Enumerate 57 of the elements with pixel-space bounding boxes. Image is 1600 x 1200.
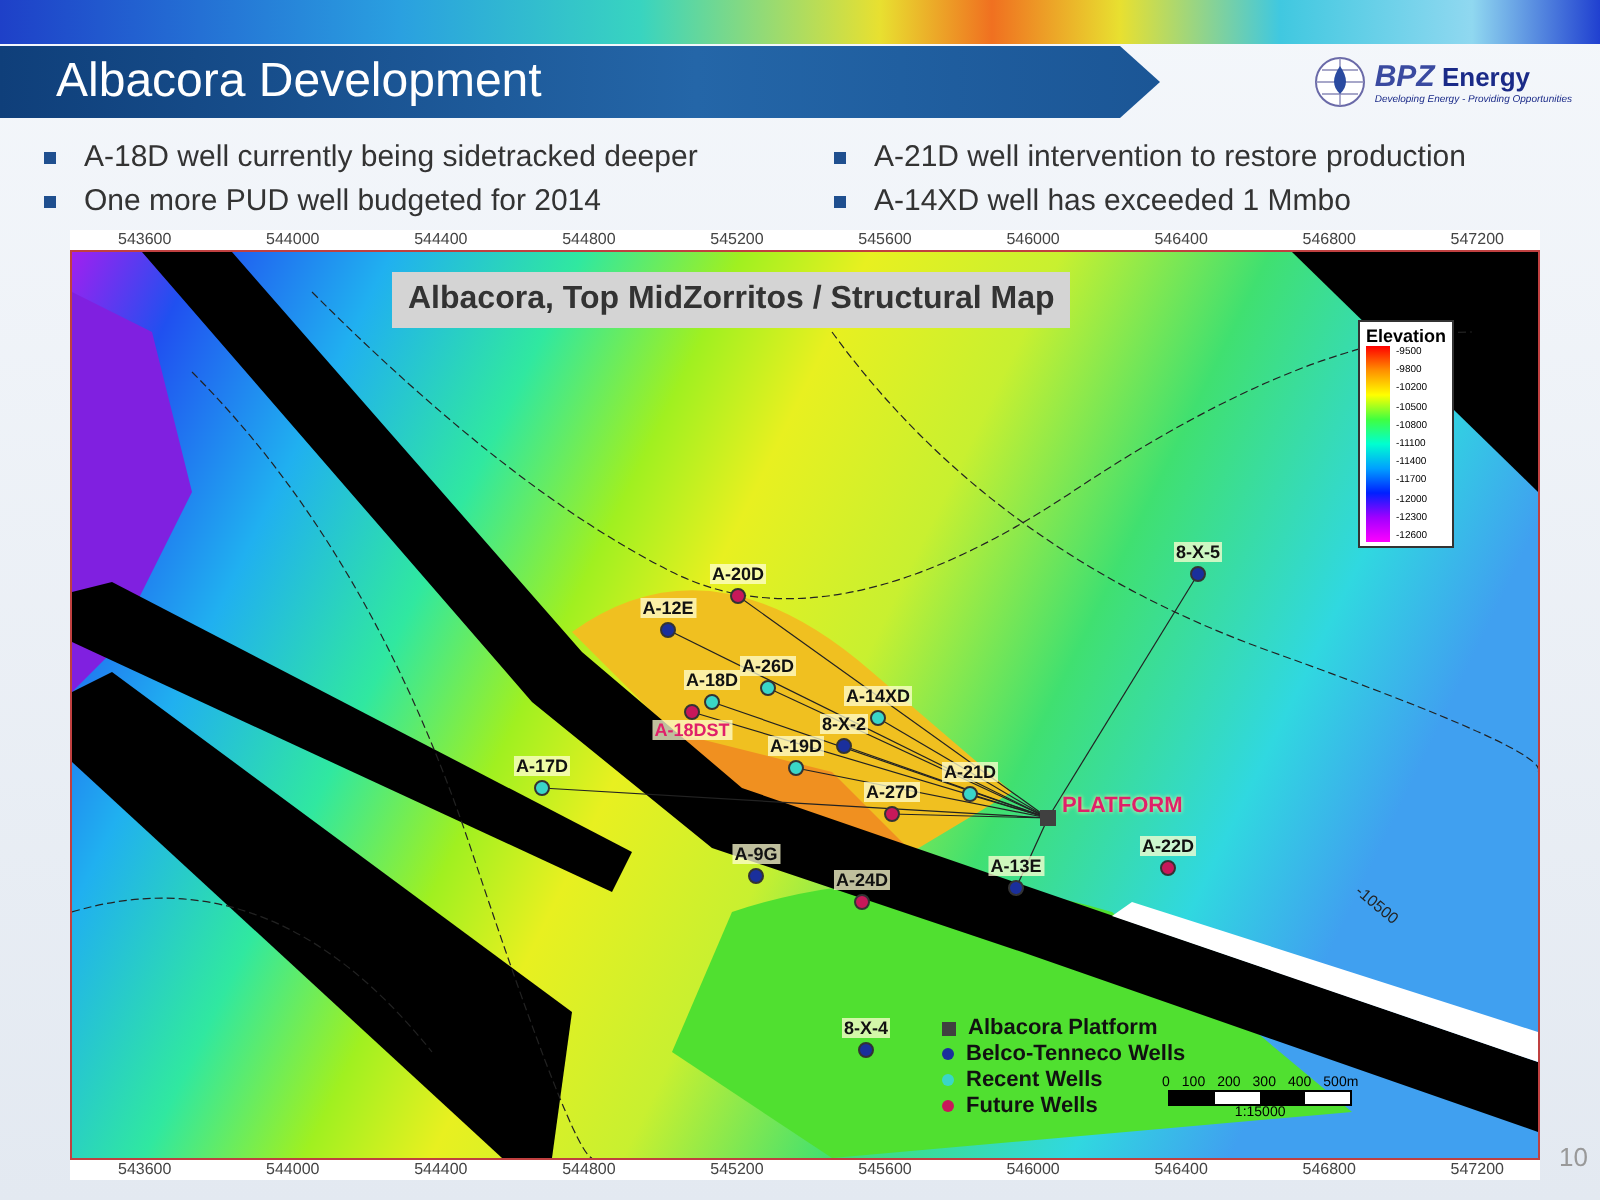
axis-tick-label: 545600 [858,1160,912,1180]
well-label: A-19D [768,736,824,756]
axis-tick-label: 544400 [414,230,468,250]
platform-marker [1040,810,1056,826]
page-number: 10 [1559,1142,1588,1172]
bullet-text: A-14XD well has exceeded 1 Mmbo [874,184,1351,218]
well-label: A-9G [732,844,780,864]
well-label: A-26D [740,656,796,676]
bullet-text: A-21D well intervention to restore production [874,140,1466,174]
legend-label: Recent Wells [966,1068,1103,1092]
bullet-icon [44,151,56,163]
axis-tick-label: 544000 [266,1160,320,1180]
axis-tick-label: 546400 [1154,1160,1208,1180]
axis-tick-label: 545600 [858,230,912,250]
bullet-text: One more PUD well budgeted for 2014 [84,184,601,218]
well-label: A-21D [942,762,998,782]
axis-tick-label: 544000 [266,230,320,250]
well-label: 8-X-4 [842,1018,890,1038]
well-label: A-24D [834,870,890,890]
globe-flame-logo-icon [1314,56,1367,108]
axis-tick-label: 546000 [1006,1160,1060,1180]
well-label: A-18DST [652,720,732,740]
axis-tick-label: 544400 [414,1160,468,1180]
well-label: A-22D [1140,836,1196,856]
logo-name: BPZ Energy [1374,59,1531,93]
bullet-icon [834,151,846,163]
legend-label: Albacora Platform [968,1016,1158,1040]
platform-label: PLATFORM [1062,794,1183,818]
axis-tick-label: 545200 [710,1160,764,1180]
well-label: A-14XD [844,686,912,706]
legend-title: Elevation [1366,326,1447,346]
well-label: 8-X-2 [820,714,868,734]
legend-label: Future Wells [966,1094,1098,1118]
axis-tick-label: 546000 [1006,230,1060,250]
bullet-icon [834,195,846,207]
axis-tick-label: 545200 [710,230,764,250]
well-label: A-20D [710,564,766,584]
axis-tick-label: 546800 [1302,230,1356,250]
axis-tick-label: 546800 [1302,1160,1356,1180]
well-label: 8-X-5 [1174,542,1222,562]
well-label: A-27D [864,782,920,802]
bullet-text: A-18D well currently being sidetracked deeper [84,140,698,174]
axis-tick-label: 547200 [1450,230,1504,250]
bullet-icon [44,195,56,207]
axis-tick-label: 543600 [118,1160,172,1180]
axis-tick-label: 547200 [1450,1160,1504,1180]
axis-tick-label: 544800 [562,230,616,250]
axis-tick-label: 544800 [562,1160,616,1180]
well-label: A-17D [514,756,570,776]
slide-title: Albacora Development [0,46,1160,118]
axis-tick-label: 546400 [1154,230,1208,250]
well-label: A-13E [988,856,1044,876]
axis-tick-label: 543600 [118,230,172,250]
well-label: A-18D [684,670,740,690]
map-title: Albacora, Top MidZorritos / Structural Map [392,272,1071,328]
legend-label: Belco-Tenneco Wells [966,1042,1186,1066]
well-label: A-12E [640,598,696,618]
